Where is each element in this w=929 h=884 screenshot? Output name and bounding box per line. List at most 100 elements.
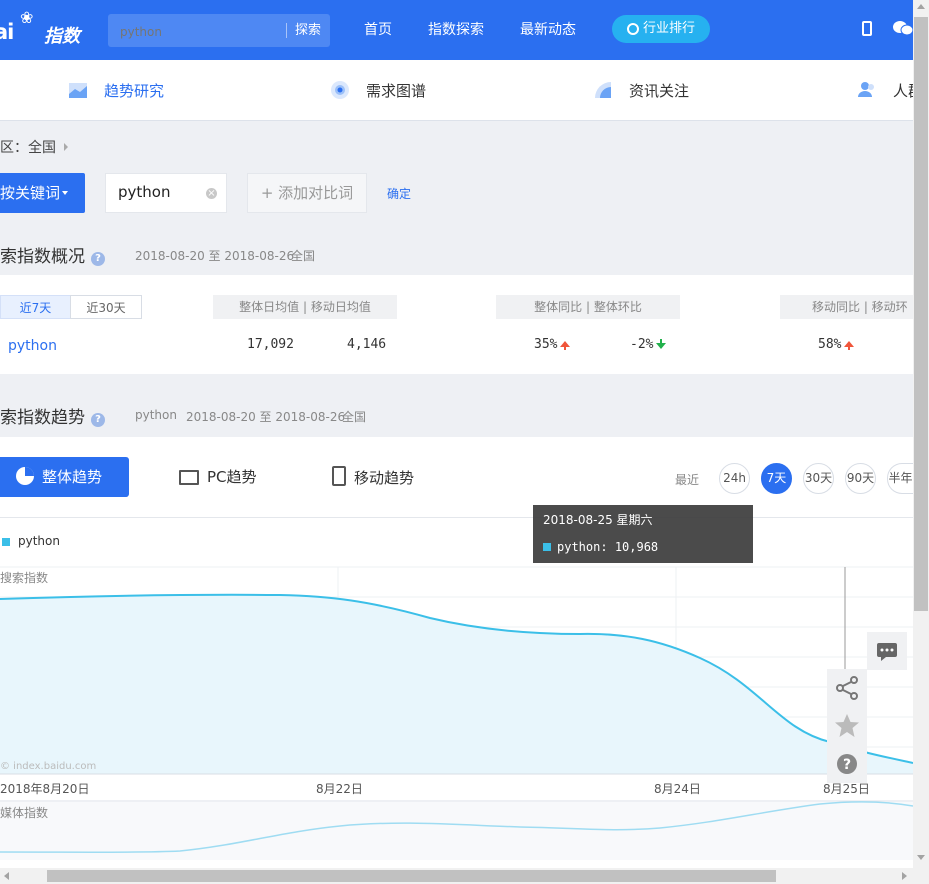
search-divider — [286, 23, 287, 38]
search-input[interactable] — [110, 16, 292, 47]
nav-explore[interactable]: 指数探索 — [428, 19, 484, 39]
target-icon — [331, 81, 349, 99]
favorite-button[interactable] — [827, 707, 867, 745]
overall-daily-avg: 17,092 — [247, 337, 294, 352]
overview-keyword-link[interactable]: python — [8, 338, 57, 354]
tab-trend-research[interactable]: 趋势研究 — [68, 80, 164, 101]
monitor-icon — [179, 470, 199, 485]
tab-trend-label: 趋势研究 — [104, 82, 165, 100]
trend-date-range: 2018-08-20 至 2018-08-26 — [186, 410, 346, 424]
header-mobile-ratio: 移动同比 | 移动环 — [780, 295, 913, 319]
arrow-down-icon — [656, 339, 667, 349]
overview-panel — [0, 275, 913, 374]
add-compare-button[interactable]: + 添加对比词 — [247, 173, 367, 213]
overview-title: 索指数概况 — [0, 247, 85, 267]
header-daily-avg: 整体日均值 | 移动日均值 — [213, 295, 397, 319]
range-30d-button[interactable]: 30天 — [803, 463, 834, 494]
range-7d-button[interactable]: 7天 — [761, 463, 792, 494]
comment-button[interactable] — [867, 632, 907, 670]
chart-tab-icon — [69, 83, 87, 98]
overall-trend-label: 整体趋势 — [42, 468, 103, 486]
wechat-icon[interactable] — [893, 20, 913, 36]
caret-down-icon — [62, 191, 69, 195]
legend-label[interactable]: python — [18, 534, 60, 548]
tab-demand-label: 需求图谱 — [366, 82, 427, 100]
scroll-up-icon[interactable] — [917, 4, 925, 9]
range-label: 最近 — [675, 473, 700, 487]
range-90d-button[interactable]: 90天 — [845, 463, 876, 494]
help-button[interactable]: ? — [827, 745, 867, 783]
help-icon: ? — [837, 754, 857, 774]
scroll-down-icon[interactable] — [917, 855, 925, 860]
trend-title: 索指数趋势 — [0, 408, 85, 428]
media-index-title: 媒体指数 — [0, 806, 49, 820]
mobile-icon — [332, 466, 346, 486]
overview-title-row: 索指数概况? — [0, 242, 105, 267]
news-icon — [595, 82, 611, 98]
clear-keyword-icon[interactable]: × — [206, 188, 217, 199]
pie-icon — [16, 467, 34, 485]
tooltip-number: 10,968 — [614, 540, 659, 554]
scroll-left-icon[interactable] — [4, 872, 9, 880]
scroll-right-icon[interactable] — [902, 872, 907, 880]
y-axis-title: 搜索指数 — [0, 571, 49, 585]
mobile-trend-label: 移动趋势 — [354, 469, 415, 487]
industry-rank-label: 行业排行 — [642, 21, 695, 36]
star-icon — [835, 714, 859, 737]
overview-region: 全国 — [291, 249, 316, 263]
pc-trend-tab[interactable]: PC趋势 — [179, 466, 257, 487]
keyword-mode-dropdown[interactable]: 按关键词 — [0, 173, 85, 213]
mini-chart-bg — [0, 800, 913, 860]
x-tick-label: 2018年8月20日 — [0, 782, 90, 796]
mobile-yoy-value: 58% — [818, 337, 842, 352]
tooltip-series: python — [557, 540, 601, 554]
confirm-button[interactable]: 确定 — [387, 185, 411, 202]
help-icon[interactable]: ? — [91, 252, 105, 266]
phone-icon[interactable] — [862, 21, 872, 36]
search-button[interactable]: 探索 — [288, 16, 328, 45]
pc-trend-label: PC趋势 — [207, 468, 257, 486]
x-tick-label: 8月22日 — [316, 782, 363, 796]
paw-icon: ❀ — [20, 8, 34, 27]
region-selector[interactable]: 区：全国 — [0, 137, 68, 157]
mobile-daily-avg: 4,146 — [347, 337, 387, 352]
trend-chart[interactable] — [0, 560, 913, 860]
range-24h-button[interactable]: 24h — [719, 463, 750, 494]
nav-news[interactable]: 最新动态 — [520, 19, 576, 39]
tab-news-label: 资讯关注 — [629, 82, 690, 100]
baidu-index-logo[interactable]: ❀ ai 指数 — [0, 8, 84, 48]
logo-text: ai — [0, 20, 14, 44]
mobile-trend-tab[interactable]: 移动趋势 — [332, 466, 414, 488]
trend-separator — [0, 517, 913, 518]
svg-text:?: ? — [843, 757, 851, 773]
arrow-up-icon — [560, 341, 571, 350]
nav-home[interactable]: 首页 — [364, 19, 392, 39]
vertical-scroll-thumb[interactable] — [914, 17, 928, 611]
arrow-up-icon — [844, 341, 855, 350]
tooltip-date: 2018-08-25 星期六 — [543, 513, 653, 527]
help-icon[interactable]: ? — [91, 413, 105, 427]
trend-title-row: 索指数趋势? — [0, 403, 105, 428]
overall-mom-value: -2% — [630, 337, 654, 352]
logo-cn-text: 指数 — [44, 26, 80, 47]
mobile-yoy: 58% — [818, 337, 855, 352]
tab-news-attention[interactable]: 资讯关注 — [593, 80, 689, 101]
overall-yoy-value: 35% — [534, 337, 558, 352]
caret-right-icon — [64, 143, 68, 151]
overall-mom: -2% — [630, 337, 667, 352]
period-7d-tab[interactable]: 近7天 — [0, 295, 71, 319]
overview-date-range: 2018-08-20 至 2018-08-26 — [135, 249, 295, 263]
share-button[interactable] — [827, 669, 867, 707]
range-half-year-button[interactable]: 半年 — [887, 463, 913, 494]
trend-area — [0, 594, 913, 774]
legend-swatch — [2, 538, 10, 546]
user-icon — [858, 82, 874, 97]
industry-rank-button[interactable]: 行业排行 — [612, 15, 710, 43]
keyword-mode-label: 按关键词 — [0, 184, 61, 202]
tab-demand-map[interactable]: 需求图谱 — [330, 80, 426, 101]
tooltip-swatch — [543, 543, 551, 551]
period-30d-tab[interactable]: 近30天 — [70, 295, 142, 319]
horizontal-scroll-thumb[interactable] — [47, 870, 776, 882]
share-icon — [836, 676, 858, 700]
overall-trend-tab[interactable]: 整体趋势 — [0, 457, 129, 497]
